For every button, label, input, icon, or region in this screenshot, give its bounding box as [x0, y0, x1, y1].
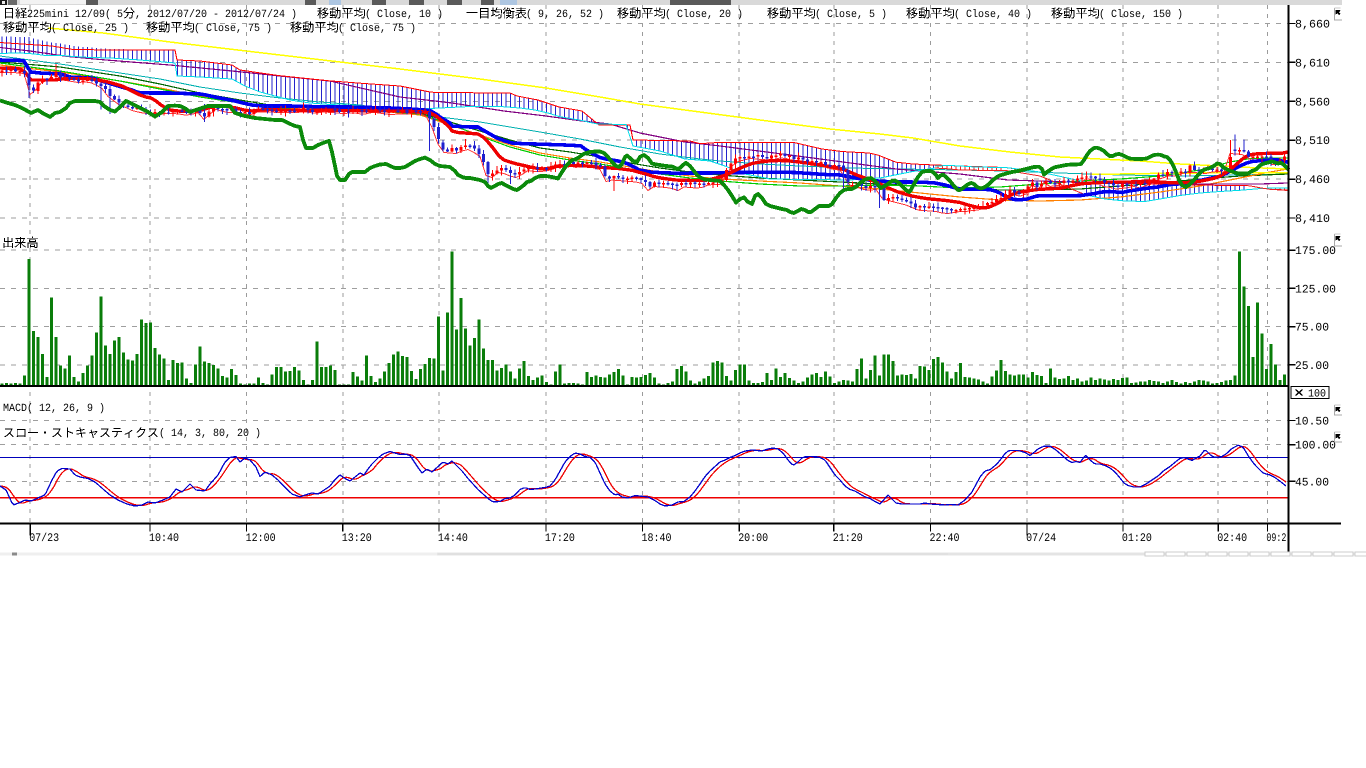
svg-text:125.00: 125.00: [1295, 283, 1336, 296]
svg-text:20:00: 20:00: [738, 532, 768, 545]
svg-text:25.00: 25.00: [1295, 360, 1329, 373]
svg-text:( Close, 20 ): ( Close, 20 ): [665, 9, 743, 21]
svg-text:8,510: 8,510: [1295, 135, 1330, 148]
svg-text:21:20: 21:20: [833, 532, 863, 545]
svg-text:( 9, 26, 52 ): ( 9, 26, 52 ): [526, 9, 604, 21]
svg-text:13:20: 13:20: [342, 532, 372, 545]
svg-text:( Close, 5 ): ( Close, 5 ): [815, 9, 887, 21]
svg-text:100.00: 100.00: [1295, 440, 1336, 453]
svg-text:8,660: 8,660: [1295, 19, 1330, 32]
svg-text:( Close, 75 ): ( Close, 75 ): [338, 23, 416, 35]
svg-text:225mini 12/09( 5: 225mini 12/09( 5: [27, 9, 123, 21]
svg-text:14:40: 14:40: [438, 532, 468, 545]
svg-text:MACD( 12, 26, 9 ): MACD( 12, 26, 9 ): [3, 403, 105, 415]
svg-text:12:00: 12:00: [246, 532, 276, 545]
svg-text:22:40: 22:40: [930, 532, 960, 545]
svg-text:( Close, 40 ): ( Close, 40 ): [954, 9, 1032, 21]
svg-text:( 14, 3, 80, 20 ): ( 14, 3, 80, 20 ): [159, 428, 261, 440]
svg-text:75.00: 75.00: [1295, 322, 1329, 335]
svg-text:18:40: 18:40: [642, 532, 672, 545]
svg-text:17:20: 17:20: [545, 532, 575, 545]
svg-text:02:40: 02:40: [1217, 532, 1247, 545]
svg-text:45.00: 45.00: [1295, 476, 1329, 489]
svg-text:10:40: 10:40: [149, 532, 179, 545]
svg-text:8,560: 8,560: [1295, 96, 1330, 109]
svg-text:100: 100: [1308, 389, 1326, 401]
svg-text:( Close, 10 ): ( Close, 10 ): [365, 9, 443, 21]
svg-text:07/23: 07/23: [29, 532, 59, 545]
svg-text:09:2: 09:2: [1266, 532, 1286, 545]
svg-text:07/24: 07/24: [1026, 532, 1056, 545]
svg-text:, 2012/07/20 - 2012/07/24 ): , 2012/07/20 - 2012/07/24 ): [135, 9, 297, 21]
svg-text:( Close, 75 ): ( Close, 75 ): [194, 23, 272, 35]
svg-text:8,410: 8,410: [1295, 213, 1330, 226]
svg-text:10.50: 10.50: [1295, 416, 1329, 429]
svg-text:( Close, 150 ): ( Close, 150 ): [1099, 9, 1183, 21]
svg-text:175.00: 175.00: [1295, 245, 1336, 258]
svg-text:( Close, 25 ): ( Close, 25 ): [51, 23, 129, 35]
svg-text:01:20: 01:20: [1122, 532, 1152, 545]
svg-text:8,610: 8,610: [1295, 57, 1330, 70]
svg-text:8,460: 8,460: [1295, 174, 1330, 187]
